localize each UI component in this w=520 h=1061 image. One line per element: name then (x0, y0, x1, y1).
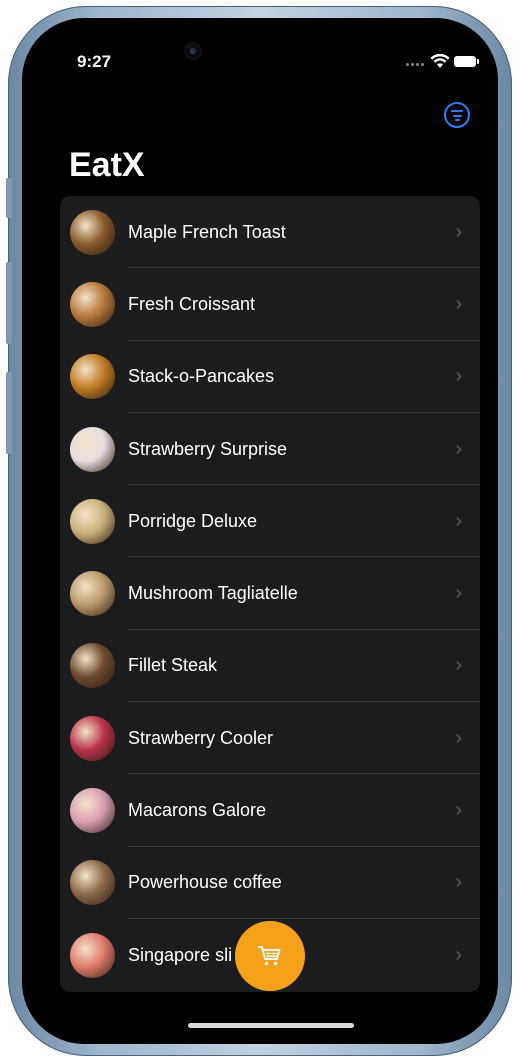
menu-item-label: Porridge Deluxe (128, 510, 258, 531)
chevron-right-icon: › (455, 365, 462, 388)
food-thumbnail (70, 643, 115, 689)
chevron-right-icon: › (455, 654, 462, 677)
filter-button[interactable] (444, 102, 470, 128)
menu-item-label: Stack-o-Pancakes (128, 366, 275, 387)
status-time: 9:27 (77, 52, 112, 71)
food-thumbnail (70, 860, 115, 906)
status-bar: 9:27 (22, 18, 498, 98)
menu-item[interactable]: Fresh Croissant › (60, 268, 480, 341)
menu-item-label: Maple French Toast (128, 221, 286, 242)
menu-item-label: Macarons Galore (128, 800, 267, 821)
menu-item[interactable]: Maple French Toast › (60, 196, 480, 269)
menu-item[interactable]: Strawberry Cooler › (60, 702, 480, 775)
menu-list[interactable]: Maple French Toast › Fresh Croissant › Stack… (60, 196, 480, 992)
menu-item-label: Powerhouse coffee (128, 872, 282, 893)
food-thumbnail (70, 209, 115, 255)
cellular-signal-icon (406, 63, 424, 66)
food-thumbnail (70, 426, 115, 472)
chevron-right-icon: › (455, 726, 462, 749)
menu-item-label: Strawberry Surprise (128, 438, 288, 459)
menu-item-label: Fresh Croissant (128, 293, 256, 314)
volume-up-button (6, 262, 12, 344)
food-thumbnail (70, 788, 115, 834)
chevron-right-icon: › (455, 509, 462, 532)
chevron-right-icon: › (455, 943, 462, 966)
chevron-right-icon: › (455, 582, 462, 605)
cart-icon (258, 946, 281, 966)
food-thumbnail (70, 571, 115, 617)
home-indicator[interactable] (188, 1023, 354, 1028)
chevron-right-icon: › (455, 292, 462, 315)
cart-button[interactable] (235, 921, 305, 991)
menu-item-label: Strawberry Cooler (128, 727, 274, 748)
food-thumbnail (70, 932, 115, 978)
chevron-right-icon: › (455, 871, 462, 894)
menu-item[interactable]: Mushroom Tagliatelle › (60, 557, 480, 630)
wifi-icon (430, 53, 450, 68)
mute-switch (6, 178, 12, 218)
menu-item[interactable]: Fillet Steak › (60, 630, 480, 703)
volume-down-button (6, 372, 12, 454)
menu-item[interactable]: Macarons Galore › (60, 774, 480, 847)
chevron-right-icon: › (455, 799, 462, 822)
menu-item[interactable]: Stack-o-Pancakes › (60, 341, 480, 413)
battery-icon (454, 56, 479, 67)
food-thumbnail (70, 498, 115, 544)
food-thumbnail (70, 715, 115, 761)
menu-item[interactable]: Strawberry Surprise › (60, 413, 480, 486)
menu-item[interactable]: Porridge Deluxe › (60, 485, 480, 558)
food-thumbnail (70, 354, 115, 400)
food-thumbnail (70, 281, 115, 327)
app-screen: 9:27 EatX Maple French Toast › Fresh Crois… (22, 18, 498, 1044)
menu-item-label: Fillet Steak (128, 655, 218, 676)
menu-item-label: Singapore sli (128, 944, 233, 965)
page-title: EatX (69, 146, 145, 184)
chevron-right-icon: › (455, 220, 462, 243)
front-camera (186, 44, 200, 58)
menu-item-label: Mushroom Tagliatelle (128, 583, 298, 604)
menu-item[interactable]: Powerhouse coffee › (60, 847, 480, 919)
chevron-right-icon: › (455, 437, 462, 460)
